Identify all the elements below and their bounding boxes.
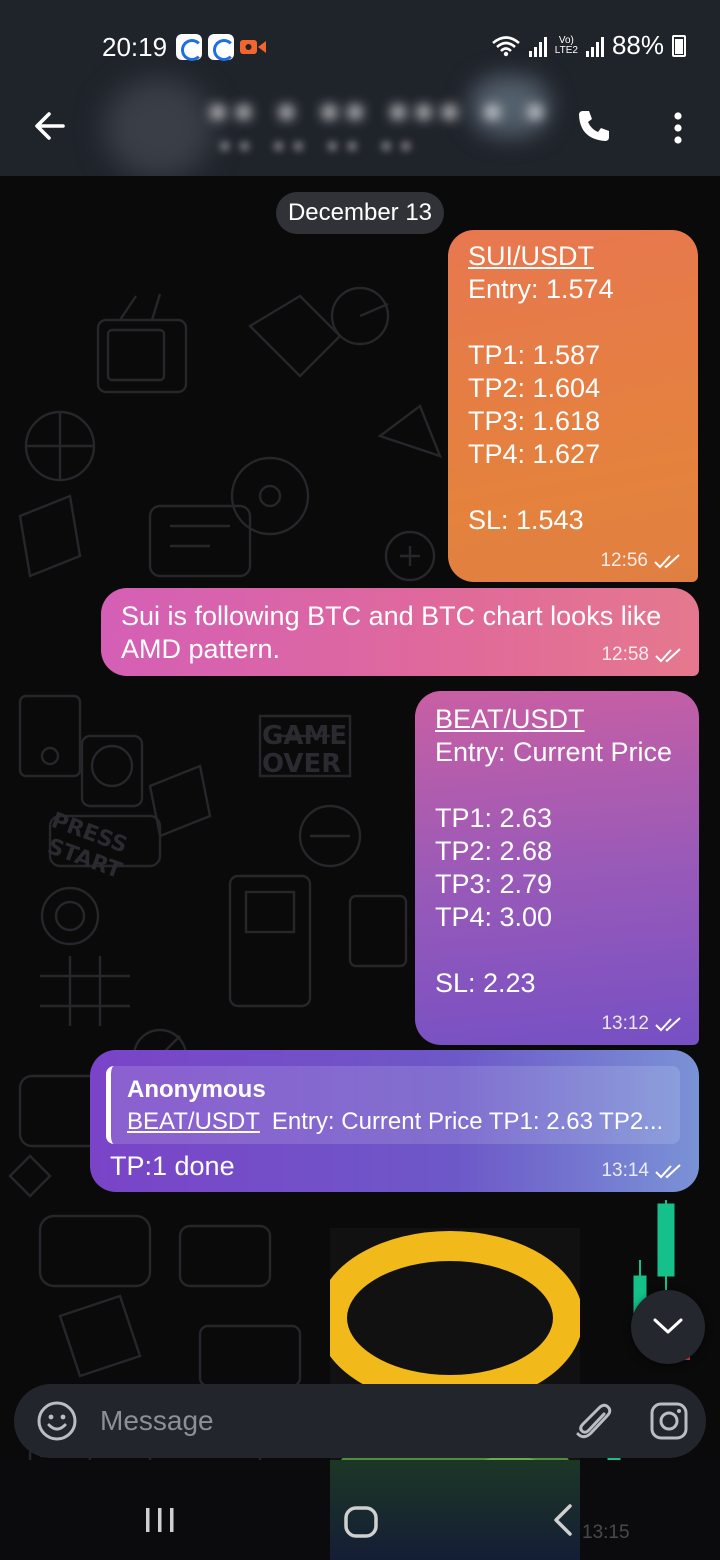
message-body: TP:1 done: [110, 1151, 235, 1181]
screen-record-icon: [240, 40, 266, 54]
date-chip: December 13: [276, 192, 444, 234]
signal-icon: [585, 35, 604, 57]
message-composer: [14, 1384, 706, 1458]
arrow-left-icon[interactable]: [30, 106, 70, 146]
avatar[interactable]: [104, 78, 214, 178]
recent-apps-icon[interactable]: [140, 1502, 180, 1538]
scroll-down-button[interactable]: [631, 1290, 705, 1364]
chat-title[interactable]: ■■ ■ ■■ ■■■ ■ ■: [210, 96, 553, 127]
message-time: 13:15: [582, 1522, 630, 1543]
phone-icon[interactable]: [574, 106, 614, 146]
double-check-icon: [655, 1164, 681, 1179]
wifi-icon: [491, 35, 520, 56]
status-bar: 20:19 Vo) LTE2 88%: [0, 0, 720, 90]
chat-subtitle: ■■ ■■ ■■ ■■: [220, 138, 421, 155]
message-time: 13:14: [601, 1160, 649, 1181]
svg-text:OVER: OVER: [262, 749, 341, 779]
signal-icon: [528, 35, 547, 57]
nav-back-icon[interactable]: [548, 1502, 580, 1538]
message-meta: 13:14: [601, 1160, 685, 1182]
svg-text:GAME: GAME: [262, 721, 347, 751]
double-check-icon: [655, 648, 681, 663]
volte-indicator: Vo) LTE2: [554, 34, 578, 56]
message-text: BEAT/USDT Entry: Current Price TP1: 2.63…: [435, 703, 672, 1000]
notification-app-icon: [208, 34, 235, 61]
notification-app-icon: [176, 34, 203, 61]
camera-icon[interactable]: [648, 1400, 690, 1442]
message-bubble-outgoing[interactable]: SUI/USDT Entry: 1.574 TP1: 1.587 TP2: 1.…: [448, 230, 698, 582]
message-title: BEAT/USDT: [435, 704, 585, 734]
system-nav-bar: 13:15: [0, 1460, 720, 1560]
message-bubble-outgoing[interactable]: BEAT/USDT Entry: Current Price TP1: 2.63…: [415, 691, 699, 1045]
double-check-icon: [654, 554, 680, 569]
reply-snippet: Entry: Current Price TP1: 2.63 TP2...: [271, 1108, 664, 1135]
emoji-icon[interactable]: [36, 1400, 78, 1442]
message-input[interactable]: [100, 1398, 540, 1444]
reply-author: Anonymous: [127, 1076, 266, 1103]
reply-title: BEAT/USDT: [127, 1108, 260, 1135]
chat-header: ■■ ■ ■■ ■■■ ■ ■ ■■ ■■ ■■ ■■: [0, 76, 720, 178]
message-title: SUI/USDT: [468, 241, 595, 271]
battery-percent: 88%: [611, 30, 664, 60]
message-time: 12:56: [600, 550, 648, 571]
message-text: SUI/USDT Entry: 1.574 TP1: 1.587 TP2: 1.…: [468, 240, 614, 537]
message-bubble-outgoing[interactable]: Anonymous BEAT/USDT Entry: Current Price …: [90, 1050, 699, 1192]
message-time: 12:58: [601, 644, 649, 665]
paperclip-icon[interactable]: [574, 1400, 614, 1442]
reply-text: BEAT/USDT Entry: Current Price TP1: 2.63 …: [127, 1108, 677, 1136]
message-body: Entry: Current Price TP1: 2.63 TP2: 2.68…: [435, 737, 673, 998]
message-meta: 12:56: [600, 550, 684, 572]
message-time: 13:12: [601, 1013, 649, 1034]
message-meta: 12:58: [601, 644, 685, 666]
message-bubble-outgoing[interactable]: Sui is following BTC and BTC chart looks…: [101, 588, 699, 676]
home-icon[interactable]: [340, 1502, 382, 1542]
chevron-down-icon: [653, 1318, 683, 1334]
message-body: Entry: 1.574 TP1: 1.587 TP2: 1.604 TP3: …: [468, 274, 614, 535]
status-indicators: Vo) LTE2 88%: [491, 30, 686, 61]
status-time: 20:19: [102, 32, 168, 62]
more-vertical-icon[interactable]: [664, 108, 692, 148]
chat-area[interactable]: GAME OVER PRESS START December 13 SUI/US…: [0, 176, 720, 1560]
reply-preview[interactable]: Anonymous BEAT/USDT Entry: Current Price …: [106, 1066, 680, 1144]
battery-icon: [672, 34, 686, 57]
double-check-icon: [655, 1017, 681, 1032]
message-meta: 13:12: [601, 1013, 685, 1035]
